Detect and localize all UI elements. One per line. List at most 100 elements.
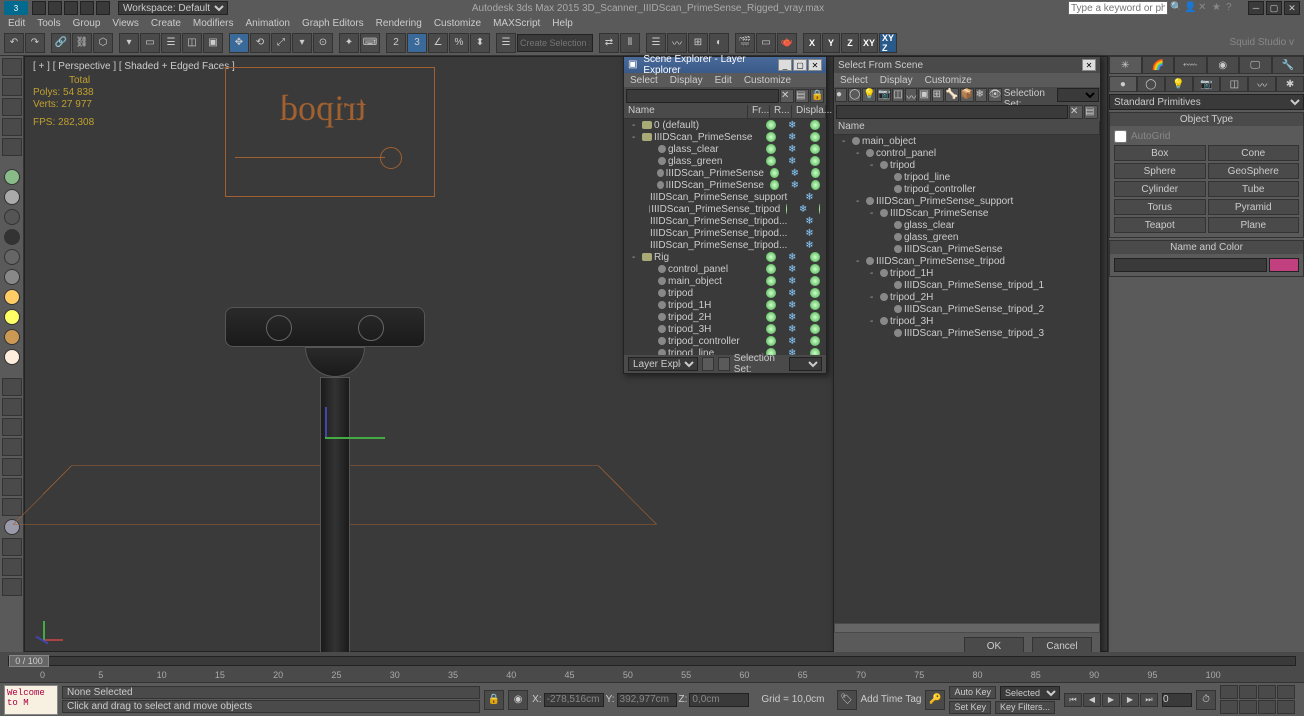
- unlink-icon[interactable]: ⛓: [72, 33, 92, 53]
- minimize-button[interactable]: ─: [1248, 1, 1264, 15]
- script-listener[interactable]: Welcome to M: [4, 685, 58, 715]
- se-menu-select[interactable]: Select: [630, 75, 658, 86]
- se-view-icon[interactable]: ▤: [795, 89, 809, 103]
- tree-row[interactable]: tripod❄: [624, 287, 826, 299]
- btn-torus[interactable]: Torus: [1114, 199, 1206, 215]
- sfs-menu-display[interactable]: Display: [880, 75, 913, 86]
- btn-sphere[interactable]: Sphere: [1114, 163, 1206, 179]
- coord-x-input[interactable]: [544, 693, 604, 707]
- key-mode-dropdown[interactable]: Selected: [1000, 686, 1060, 700]
- btn-box[interactable]: Box: [1114, 145, 1206, 161]
- sfs-f-helpers-icon[interactable]: ◫: [892, 88, 904, 102]
- cp-tab-utilities-icon[interactable]: 🔧: [1272, 56, 1304, 74]
- menu-maxscript[interactable]: MAXScript: [493, 18, 540, 29]
- search-icon[interactable]: 🔍: [1170, 2, 1182, 14]
- sfs-search-input[interactable]: [836, 105, 1068, 119]
- btn-geosphere[interactable]: GeoSphere: [1208, 163, 1300, 179]
- setkey-button[interactable]: Set Key: [949, 701, 991, 714]
- tree-row[interactable]: glass_green❄: [624, 155, 826, 167]
- ltool-sphere8-icon[interactable]: [4, 309, 20, 325]
- menu-grapheditors[interactable]: Graph Editors: [302, 18, 364, 29]
- object-color-swatch[interactable]: [1269, 258, 1299, 272]
- tree-row[interactable]: tripod_3H❄: [624, 323, 826, 335]
- tree-row[interactable]: IIIDScan_PrimeSense_tripod_2: [834, 303, 1100, 315]
- tree-row[interactable]: IIIDScan_PrimeSense_tripod_3: [834, 327, 1100, 339]
- workspace-selector[interactable]: Workspace: Default: [118, 1, 228, 15]
- scene-explorer-titlebar[interactable]: ▣ Scene Explorer - Layer Explorer _ ▢ ✕: [624, 57, 826, 73]
- keyboard-shortcut-icon[interactable]: ⌨: [360, 33, 380, 53]
- favorites-icon[interactable]: ★: [1212, 2, 1224, 14]
- select-rotate-icon[interactable]: ⟲: [250, 33, 270, 53]
- ltool-5-icon[interactable]: [2, 138, 22, 156]
- tree-row[interactable]: IIIDScan_PrimeSense: [834, 243, 1100, 255]
- ltool-2-icon[interactable]: [2, 78, 22, 96]
- material-editor-icon[interactable]: ◐: [709, 33, 729, 53]
- help-icon[interactable]: ?: [1226, 2, 1238, 14]
- ltool-i-icon[interactable]: [2, 558, 22, 576]
- select-move-icon[interactable]: ✥: [229, 33, 249, 53]
- sfs-f-geometry-icon[interactable]: ●: [835, 88, 847, 102]
- sfs-f-xrefs-icon[interactable]: ⊞: [932, 88, 944, 102]
- tree-row[interactable]: IIIDScan_PrimeSense_tripod...❄: [624, 227, 826, 239]
- cp-sub-systems-icon[interactable]: ✱: [1276, 76, 1304, 92]
- layer-manager-icon[interactable]: ☰: [646, 33, 666, 53]
- ltool-h-icon[interactable]: [2, 538, 22, 556]
- align-icon[interactable]: ⫴: [620, 33, 640, 53]
- spinner-snap-icon[interactable]: ⬍: [470, 33, 490, 53]
- btn-pyramid[interactable]: Pyramid: [1208, 199, 1300, 215]
- nav-fov-icon[interactable]: [1277, 685, 1295, 699]
- coord-z-input[interactable]: [689, 693, 749, 707]
- tree-row[interactable]: tripod_line❄: [624, 347, 826, 355]
- bind-icon[interactable]: ⬡: [93, 33, 113, 53]
- cp-sub-spacewarps-icon[interactable]: 〰: [1248, 76, 1276, 92]
- tree-row[interactable]: -control_panel: [834, 147, 1100, 159]
- ltool-sphere9-icon[interactable]: [4, 329, 20, 345]
- nav-pan-icon[interactable]: [1220, 685, 1238, 699]
- maximize-button[interactable]: ▢: [1266, 1, 1282, 15]
- axis-z-button[interactable]: Z: [841, 33, 859, 53]
- sfs-titlebar[interactable]: Select From Scene ✕: [834, 57, 1100, 73]
- close-button[interactable]: ✕: [1284, 1, 1300, 15]
- rollout-object-type[interactable]: Object Type: [1110, 113, 1303, 126]
- prev-frame-icon[interactable]: ◀: [1083, 693, 1101, 707]
- dlg-close-button[interactable]: ✕: [808, 59, 822, 71]
- tree-row[interactable]: glass_green: [834, 231, 1100, 243]
- next-frame-icon[interactable]: ▶: [1121, 693, 1139, 707]
- tree-row[interactable]: tripod_line: [834, 171, 1100, 183]
- sfs-menu-customize[interactable]: Customize: [925, 75, 972, 86]
- selection-filter-icon[interactable]: ▾: [119, 33, 139, 53]
- snap-2d-icon[interactable]: 2: [386, 33, 406, 53]
- se-explorer-dropdown[interactable]: Layer Explorer: [628, 357, 698, 371]
- cp-sub-cameras-icon[interactable]: 📷: [1193, 76, 1221, 92]
- ltool-sphere7-icon[interactable]: [4, 289, 20, 305]
- tree-row[interactable]: IIIDScan_PrimeSense❄: [624, 179, 826, 191]
- tree-row[interactable]: -IIIDScan_PrimeSense_tripod: [834, 255, 1100, 267]
- ltool-sphere3-icon[interactable]: [4, 209, 20, 225]
- sfs-clear-icon[interactable]: ✕: [1069, 105, 1083, 119]
- sfs-close-button[interactable]: ✕: [1082, 59, 1096, 71]
- tree-row[interactable]: -main_object: [834, 135, 1100, 147]
- tree-row[interactable]: tripod_controller: [834, 183, 1100, 195]
- tree-row[interactable]: IIIDScan_PrimeSense_tripod❄: [624, 203, 826, 215]
- menu-modifiers[interactable]: Modifiers: [193, 18, 234, 29]
- tree-row[interactable]: IIIDScan_PrimeSense_support❄: [624, 191, 826, 203]
- ltool-f-icon[interactable]: [2, 478, 22, 496]
- sfs-f-frozen-icon[interactable]: ❄: [975, 88, 987, 102]
- se-clear-icon[interactable]: ✕: [780, 89, 794, 103]
- cp-sub-lights-icon[interactable]: 💡: [1165, 76, 1193, 92]
- angle-snap-icon[interactable]: ∠: [428, 33, 448, 53]
- se-menu-edit[interactable]: Edit: [715, 75, 732, 86]
- select-region-icon[interactable]: ◫: [182, 33, 202, 53]
- manipulate-icon[interactable]: ✦: [339, 33, 359, 53]
- qat-new-icon[interactable]: [32, 1, 46, 15]
- snap-3d-icon[interactable]: 3: [407, 33, 427, 53]
- tree-row[interactable]: IIIDScan_PrimeSense_tripod...❄: [624, 239, 826, 251]
- ltool-e-icon[interactable]: [2, 458, 22, 476]
- help-search-input[interactable]: [1068, 1, 1168, 15]
- tree-row[interactable]: tripod_2H❄: [624, 311, 826, 323]
- ltool-sphere2-icon[interactable]: [4, 189, 20, 205]
- edit-named-sel-icon[interactable]: ☰: [496, 33, 516, 53]
- tree-row[interactable]: tripod_1H❄: [624, 299, 826, 311]
- move-gizmo[interactable]: [295, 437, 375, 457]
- workspace-dropdown[interactable]: Workspace: Default: [118, 1, 228, 15]
